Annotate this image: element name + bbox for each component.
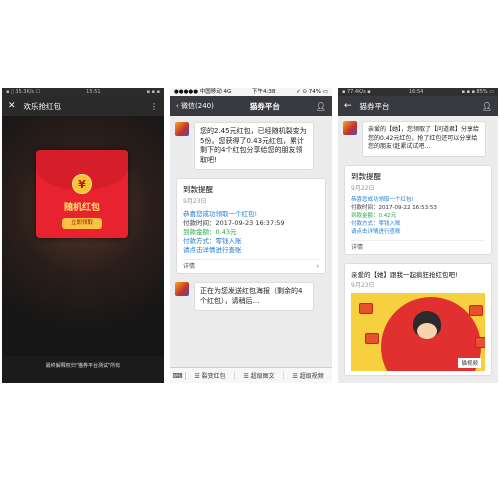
chat-message: 亲爱的【她】，您领取了【问道君】分享给您的0.42元红包，抢了红包还可以分享给您… [338,121,498,157]
red-packet-icon [475,336,485,348]
profile-icon[interactable]: 👤︎ [482,102,492,111]
status-time: 15:51 [86,89,101,95]
card-detail-row[interactable]: 详情 › [183,259,319,273]
message-bubble: 您的2.45元红包，已经随机裂变为5份。您获得了0.43元红包，累计剩下的4个红… [194,122,314,170]
status-time: 下午4:38 [252,89,276,95]
status-bar: ●●●●● 中国移动 4G 下午4:38 ✓ ⊙ 74% ▭ [170,88,332,96]
card-line: 到款金额：0.43元 [183,228,237,236]
detail-link[interactable]: 详情 [183,260,195,273]
status-left: ▪ ▯ 35.3K/s ☐ [6,89,41,95]
card-title: 到款提醒 [351,171,381,181]
poster-card[interactable]: 亲爱的【她】跟我一起疯狂抢红包吧! 9月23日 猫视频 [344,262,492,376]
keyboard-icon[interactable]: ⌨︎ [170,371,186,380]
status-right: ▪ ▪ ▪ [146,89,160,95]
screenshot-chat-2: ▪ 77.4K/s ▪ 16:54 ▪ ▪ ▪ 85% ▭ ← 猫券平台 👤︎ … [338,88,498,383]
status-time: 16:54 [408,89,424,95]
avatar [175,282,189,296]
claim-now-button[interactable]: 立即领取 [62,218,102,229]
chat-message: 您的2.45元红包，已经随机裂变为5份。您获得了0.43元红包，累计剩下的4个红… [170,122,332,170]
avatar [175,122,189,136]
red-packet-icon [365,332,379,344]
card-line: 付款方式：零钱入账 [351,220,401,227]
chat-title: 猫券平台 [359,101,390,111]
yuan-coin-icon: ¥ [72,174,92,194]
poster-title: 亲爱的【她】跟我一起疯狂抢红包吧! [351,270,458,279]
card-title: 到款提醒 [183,185,213,194]
red-packet-icon [359,302,373,314]
status-bar: ▪ 77.4K/s ▪ 16:54 ▪ ▪ ▪ 85% ▭ [338,88,498,96]
chevron-right-icon: › [316,263,319,270]
poster-date: 9月23日 [351,281,375,289]
back-arrow-icon[interactable]: ← [344,101,352,111]
red-envelope[interactable]: ¥ 随机红包 立即领取 [36,150,128,238]
status-right: ✓ ⊙ 74% ▭ [296,89,328,95]
menu-item[interactable]: ☰ 超级视频 [284,371,332,380]
bottom-menu: ⌨︎ ☰ 裂变红包 ☰ 超级图文 ☰ 超级视频 [170,367,332,383]
card-line: 付款方式：零钱入账 [183,237,242,245]
menu-item[interactable]: ☰ 超级图文 [235,371,284,380]
character-face [417,322,437,339]
status-right: ▪ ▪ ▪ 85% ▭ [461,89,494,95]
card-detail-row[interactable]: 详情 [351,239,485,254]
back-button[interactable]: ‹ 微信(240) [176,101,214,111]
menu-item[interactable]: ☰ 裂变红包 [186,371,235,380]
poster-tag: 猫视频 [458,357,481,368]
more-icon[interactable]: ⋮ [150,102,158,111]
profile-icon[interactable]: 👤︎ [316,102,326,111]
payment-notice-card[interactable]: 到款提醒 9月23日 恭喜您成功领取一个红包! 付款时间：2017-09-23 … [176,178,326,274]
close-icon[interactable]: ✕ [8,101,16,111]
envelope-title: 随机红包 [63,203,100,213]
message-bubble: 正在为您发送红包海报（剩余的4个红包），请稍后… [194,282,314,311]
status-left: ▪ 77.4K/s ▪ [342,89,371,95]
back-label: 微信(240) [181,102,214,110]
status-bar: ▪ ▯ 35.3K/s ☐ 15:51 ▪ ▪ ▪ [2,88,164,96]
card-line: 付款时间：2017-09-23 16:37:59 [183,219,285,227]
title-bar: ← 猫券平台 👤︎ [338,96,498,116]
message-bubble: 亲爱的【她】，您领取了【问道君】分享给您的0.42元红包，抢了红包还可以分享给您… [362,121,486,157]
screenshot-chat-1: ●●●●● 中国移动 4G 下午4:38 ✓ ⊙ 74% ▭ ‹ 微信(240)… [170,88,332,383]
disclaimer-text: 最终解释权归"猫券平台测试"所有 [45,363,121,369]
card-date: 9月22日 [351,184,375,192]
payment-notice-card[interactable]: 到款提醒 9月22日 恭喜您成功领取一个红包! 付款时间：2017-09-22 … [344,164,492,255]
card-line: 请点击详情进行查账 [351,228,401,235]
card-line: 请点击详情进行查账 [183,246,242,254]
card-date: 9月23日 [183,198,207,205]
card-line: 恭喜您成功领取一个红包! [183,210,258,218]
red-packet-icon [469,304,483,316]
card-line: 到款金额：0.42元 [351,212,397,219]
poster-image: 猫视频 [351,292,485,371]
avatar [343,121,357,135]
card-line: 付款时间：2017-09-22 16:53:53 [351,204,437,211]
title-bar: ‹ 微信(240) 猫券平台 👤︎ [170,96,332,116]
screenshot-red-envelope: ▪ ▯ 35.3K/s ☐ 15:51 ▪ ▪ ▪ ✕ 欢乐抢红包 ⋮ ¥ 随机… [2,88,164,383]
card-line: 恭喜您成功领取一个红包! [351,196,414,203]
detail-link[interactable]: 详情 [351,241,363,254]
title-bar: ✕ 欢乐抢红包 ⋮ [2,96,164,116]
chat-message: 正在为您发送红包海报（剩余的4个红包），请稍后… [170,282,332,311]
chat-title: 猫券平台 [249,101,280,111]
page-title: 欢乐抢红包 [23,101,62,111]
status-left: ●●●●● 中国移动 4G [174,89,232,95]
